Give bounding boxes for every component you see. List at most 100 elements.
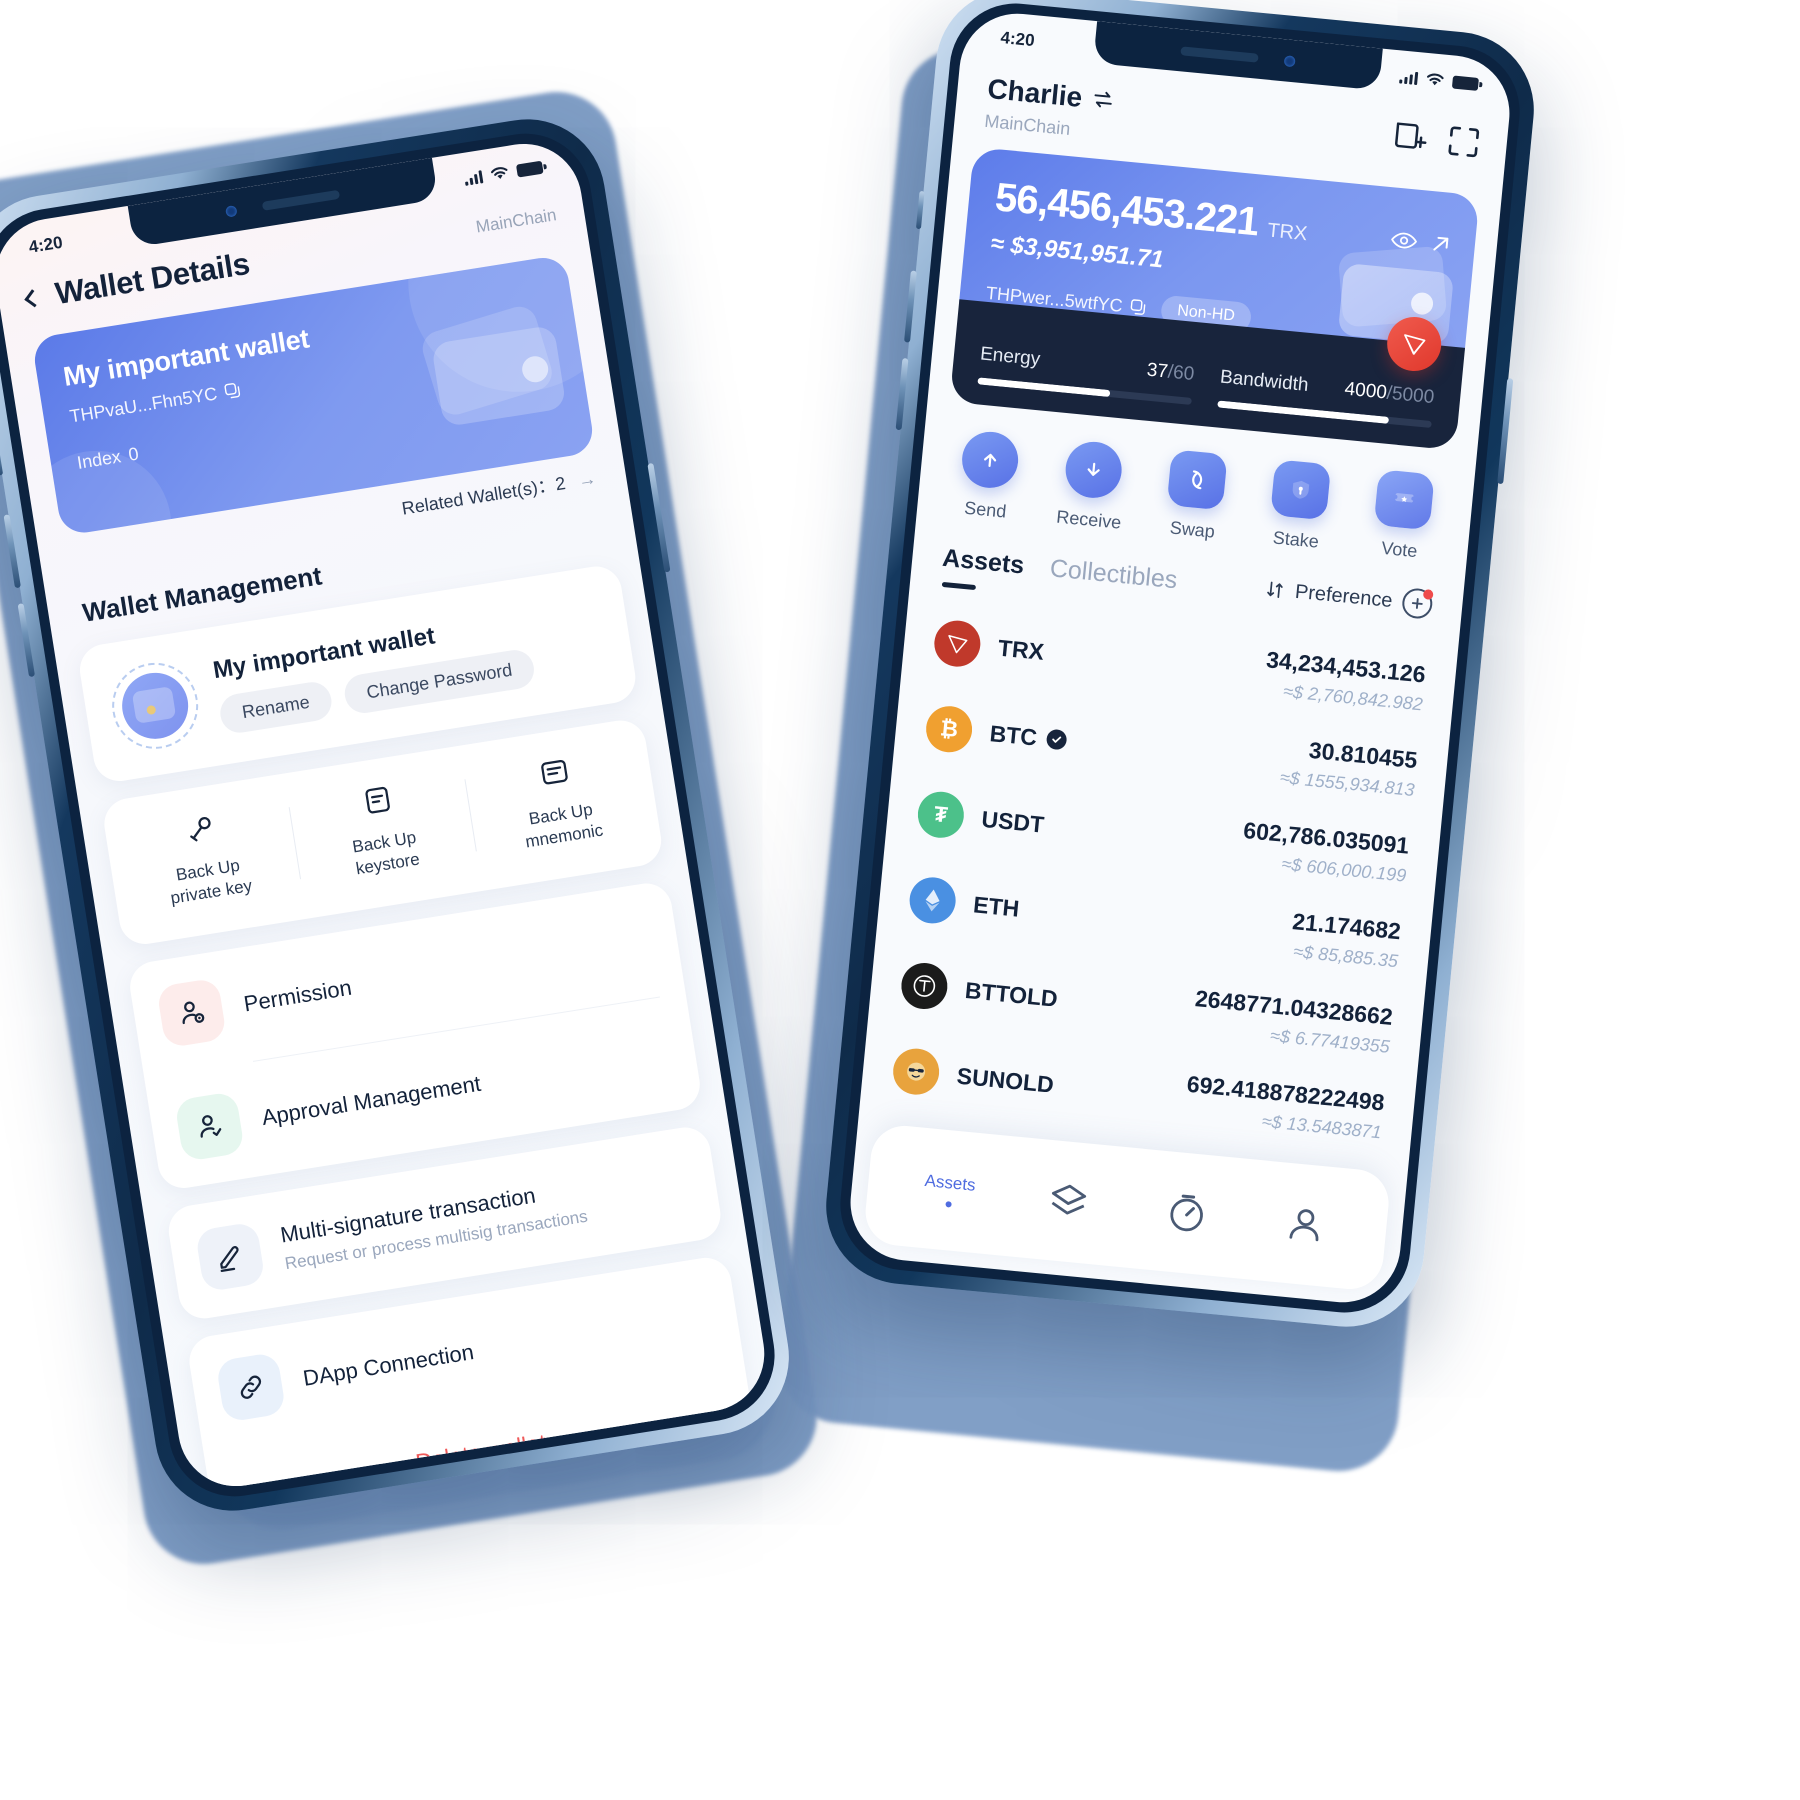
bandwidth-total: 5000 [1391, 383, 1436, 409]
action-label-receive: Receive [1055, 506, 1123, 533]
nav-active-dot [944, 1201, 952, 1208]
cellular-bars-icon-right [1399, 70, 1419, 85]
screenshot-stage: 4:20 Wallet Details MainChain My importa… [0, 0, 1800, 1800]
action-stake[interactable]: Stake [1243, 457, 1355, 556]
bandwidth-used: 4000 [1343, 378, 1388, 404]
wallet-card-address: THPvaU...Fhn5YC [68, 383, 219, 427]
nav-label-assets: Assets [923, 1170, 977, 1195]
power-button-right[interactable] [1497, 378, 1514, 485]
action-receive[interactable]: Receive [1036, 437, 1148, 536]
action-label-stake: Stake [1272, 527, 1320, 552]
asset-values-btc: 30.810455 ≈$ 1555,934.813 [1279, 734, 1419, 801]
approval-user-check-icon [174, 1091, 246, 1163]
account-switch-icon[interactable] [1091, 89, 1115, 111]
bittorrent-coin-icon [899, 960, 950, 1012]
balance-unit: TRX [1266, 219, 1309, 246]
related-wallets-label: Related Wallet(s)：2 [400, 473, 567, 519]
asset-values-bttold: 2648771.04328662 ≈$ 6.77419355 [1191, 985, 1394, 1058]
mute-switch[interactable] [0, 435, 4, 476]
keystore-file-icon [360, 783, 394, 817]
right-phone-bezel: 4:20 Charlie MainChain 56,456,453.221 TR… [834, 0, 1526, 1319]
asset-symbol-trx: TRX [996, 634, 1046, 665]
layers-icon [1051, 1184, 1086, 1215]
action-label-send: Send [963, 497, 1008, 522]
preference-label: Preference [1294, 580, 1394, 612]
action-swap[interactable]: Swap [1140, 447, 1252, 546]
energy-label: Energy [979, 343, 1042, 371]
asset-values-trx: 34,234,453.126 ≈$ 2,760,842.982 [1262, 646, 1427, 715]
account-name: Charlie [986, 73, 1084, 113]
asset-symbol-btc: BTC [989, 720, 1069, 754]
arrow-right-icon: → [576, 468, 598, 491]
action-send[interactable]: Send [933, 427, 1045, 526]
rename-button[interactable]: Rename [217, 678, 335, 735]
status-indicators-right [1399, 69, 1480, 91]
asset-list: TRX 34,234,453.126 ≈$ 2,760,842.982 ₿ BT… [859, 570, 1460, 1162]
sort-arrows-icon [1267, 581, 1283, 599]
backup-keystore-button[interactable]: Back Up keystore [287, 771, 478, 889]
front-camera-icon [225, 204, 238, 218]
asset-amount-eth: 21.174682 [1291, 908, 1403, 945]
energy-value: 37/60 [1145, 359, 1196, 386]
nav-item-explore[interactable] [1125, 1187, 1247, 1240]
asset-usd-eth: ≈$ 85,885.35 [1292, 941, 1399, 972]
resource-energy[interactable]: Energy 37/60 [977, 344, 1195, 405]
verified-badge-icon [1045, 728, 1068, 751]
nav-item-layers[interactable] [1007, 1175, 1129, 1228]
backup-mnemonic-button[interactable]: Back Up mnemonic [464, 743, 655, 861]
link-chain-icon [215, 1351, 287, 1423]
key-icon [184, 811, 218, 845]
action-label-swap: Swap [1168, 517, 1216, 542]
status-time-right: 4:20 [999, 27, 1036, 51]
profile-icon [1288, 1209, 1318, 1242]
wifi-icon [490, 167, 508, 179]
asset-values-eth: 21.174682 ≈$ 85,885.35 [1289, 908, 1402, 972]
bandwidth-label: Bandwidth [1219, 366, 1310, 397]
status-time: 4:20 [27, 232, 64, 257]
swap-icon [1166, 449, 1228, 511]
chain-label: MainChain [474, 205, 558, 237]
action-label-vote: Vote [1380, 537, 1419, 562]
asset-symbol-bttold: BTTOLD [963, 976, 1059, 1012]
arrow-up-icon [959, 429, 1021, 491]
explore-icon [1169, 1194, 1203, 1232]
wallet-avatar-icon[interactable] [105, 656, 205, 756]
pencil-icon [194, 1221, 266, 1293]
battery-icon [515, 160, 544, 178]
scan-qr-icon[interactable] [1445, 123, 1482, 160]
nav-item-assets[interactable]: Assets [889, 1168, 1011, 1213]
asset-symbol-sunold: SUNOLD [955, 1062, 1055, 1098]
asset-amount-btc: 30.810455 [1307, 736, 1419, 774]
nav-item-profile[interactable] [1244, 1198, 1366, 1251]
sun-coin-icon [891, 1046, 942, 1097]
mnemonic-list-icon [537, 755, 571, 789]
back-chevron-icon[interactable] [24, 288, 43, 307]
bandwidth-value: 4000/5000 [1343, 378, 1436, 409]
copy-icon-right[interactable] [1130, 298, 1149, 317]
energy-used: 37 [1145, 359, 1169, 383]
shield-icon [1270, 459, 1332, 521]
copy-icon[interactable] [224, 381, 243, 400]
chain-label-right: MainChain [983, 110, 1072, 139]
earpiece-speaker-right [1180, 45, 1259, 63]
tether-coin-icon: ₮ [915, 789, 966, 840]
menu-label-dapp-connection: DApp Connection [301, 1339, 476, 1391]
account-name-row[interactable]: Charlie [986, 73, 1115, 117]
resource-bandwidth[interactable]: Bandwidth 4000/5000 [1217, 366, 1436, 429]
action-vote[interactable]: Vote [1347, 467, 1459, 566]
add-account-icon[interactable] [1391, 118, 1428, 155]
ethereum-coin-icon [907, 875, 958, 926]
asset-values-usdt: 602,786.035091 ≈$ 606,000.199 [1240, 817, 1410, 887]
asset-symbol-eth: ETH [972, 890, 1021, 922]
cellular-bars-icon [464, 169, 484, 186]
asset-values-sunold: 692.418878222498 ≈$ 13.5483871 [1183, 1071, 1386, 1144]
backup-private-key-button[interactable]: Back Up private key [111, 799, 302, 917]
tron-coin-icon [932, 618, 983, 669]
bitcoin-coin-icon: ₿ [924, 704, 975, 755]
asset-symbol-usdt: USDT [980, 805, 1046, 838]
menu-label-permission: Permission [241, 974, 354, 1017]
wifi-icon-right [1427, 73, 1444, 86]
front-camera-icon-right [1283, 54, 1296, 67]
energy-total: 60 [1172, 362, 1196, 386]
add-token-icon[interactable] [1400, 587, 1434, 620]
